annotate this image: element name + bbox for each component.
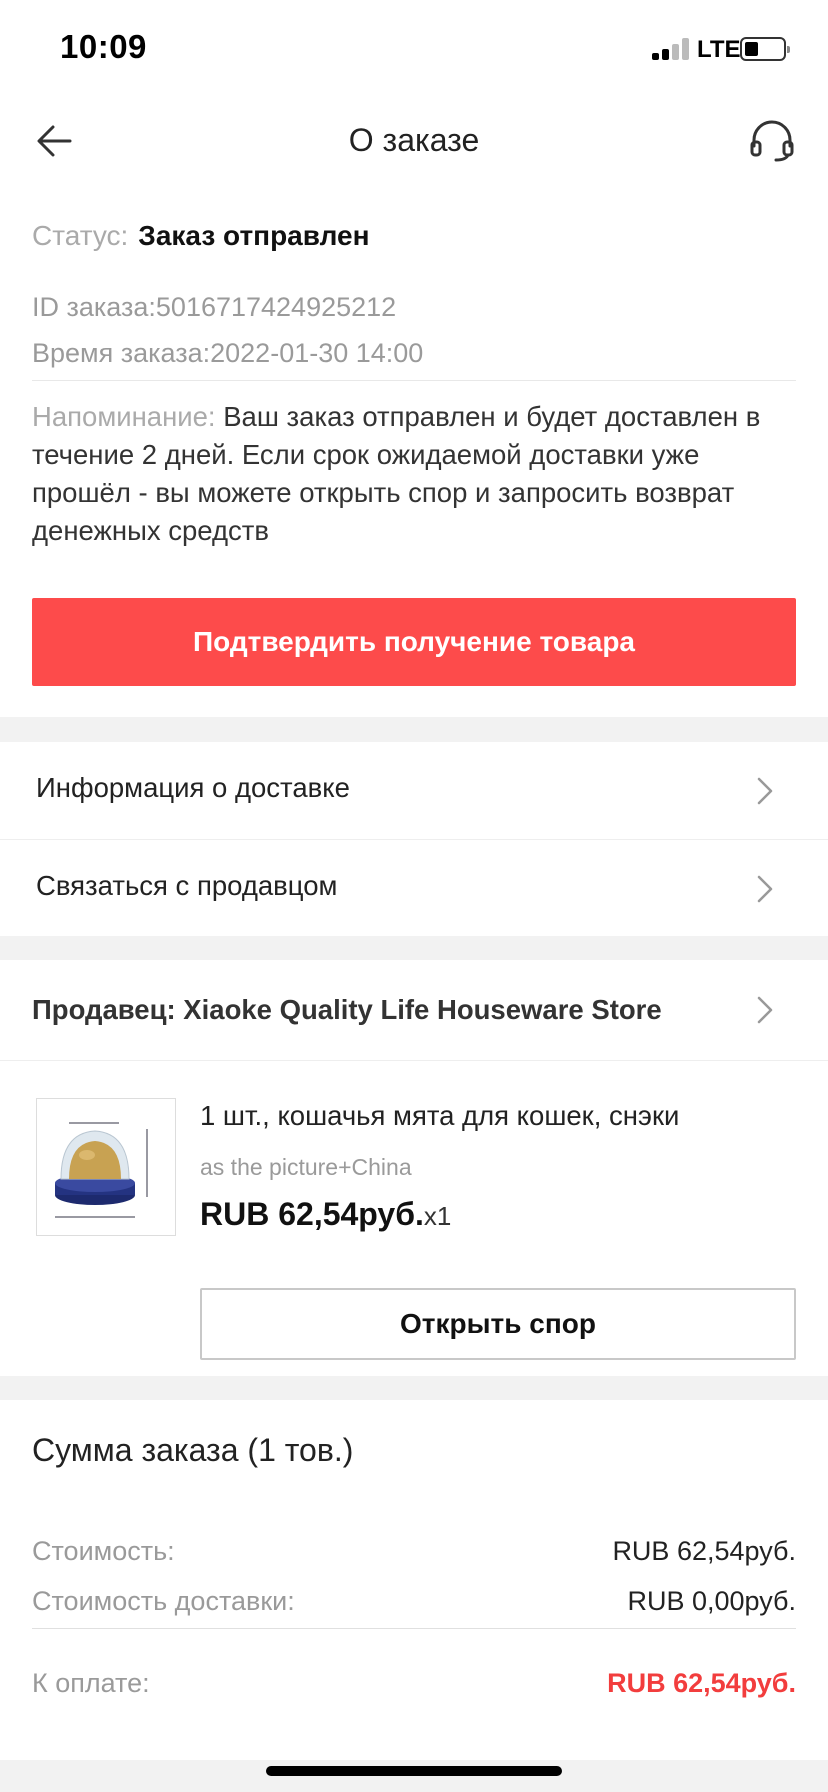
chevron-right-icon [755, 874, 775, 904]
seller-section: Продавец: Xiaoke Quality Life Houseware … [0, 960, 828, 1376]
total-label: К оплате: [32, 1668, 150, 1698]
cost-label: Стоимость: [32, 1536, 175, 1566]
price-value: RUB 62,54руб. [200, 1196, 424, 1232]
product-price: RUB 62,54руб.x1 [200, 1196, 451, 1233]
reminder-label: Напоминание: [32, 401, 216, 432]
battery-icon [740, 37, 790, 61]
delivery-info-label: Информация о доставке [36, 772, 350, 803]
contact-seller-label: Связаться с продавцом [36, 870, 338, 901]
nav-bar: О заказе [0, 100, 828, 182]
headset-icon[interactable] [748, 116, 796, 164]
seller-name: Продавец: Xiaoke Quality Life Houseware … [32, 994, 662, 1025]
links-section: Информация о доставке Связаться с продав… [0, 742, 828, 936]
status-time: 10:09 [60, 28, 147, 65]
reminder-text: Напоминание: Ваш заказ отправлен и будет… [32, 398, 802, 550]
seller-row[interactable]: Продавец: Xiaoke Quality Life Houseware … [0, 960, 828, 1060]
shipping-label: Стоимость доставки: [32, 1586, 295, 1616]
status-bar: 10:09 LTE [0, 0, 828, 100]
order-id: ID заказа:5016717424925212 [32, 292, 397, 322]
signal-icon [652, 38, 690, 60]
status-value: Заказ отправлен [138, 220, 370, 251]
total-value: RUB 62,54руб. [607, 1668, 796, 1698]
chevron-right-icon [755, 995, 775, 1025]
cost-value: RUB 62,54руб. [612, 1536, 796, 1566]
divider [0, 1060, 828, 1061]
order-info-section: Статус: Заказ отправлен ID заказа:5016717… [0, 182, 828, 717]
chevron-right-icon [755, 776, 775, 806]
product-variant: as the picture+China [200, 1154, 412, 1180]
contact-seller-row[interactable]: Связаться с продавцом [0, 840, 828, 936]
page-title: О заказе [348, 122, 480, 158]
summary-title: Сумма заказа (1 тов.) [32, 1432, 354, 1468]
product-title[interactable]: 1 шт., кошачья мята для кошек, снэки [200, 1100, 679, 1132]
divider [32, 380, 796, 381]
home-indicator[interactable] [266, 1766, 562, 1776]
divider [32, 1628, 796, 1629]
status-label: Статус: [32, 220, 129, 251]
order-summary-section: Сумма заказа (1 тов.) Стоимость: RUB 62,… [0, 1400, 828, 1760]
shipping-value: RUB 0,00руб. [627, 1586, 796, 1616]
order-status: Статус: Заказ отправлен [32, 220, 370, 252]
product-image[interactable] [36, 1098, 176, 1236]
order-time: Время заказа:2022-01-30 14:00 [32, 338, 424, 368]
open-dispute-button[interactable]: Открыть спор [200, 1288, 796, 1360]
network-label: LTE [697, 36, 741, 63]
delivery-info-row[interactable]: Информация о доставке [0, 742, 828, 840]
confirm-receipt-button[interactable]: Подтвердить получение товара [32, 598, 796, 686]
product-quantity: x1 [423, 1201, 452, 1231]
